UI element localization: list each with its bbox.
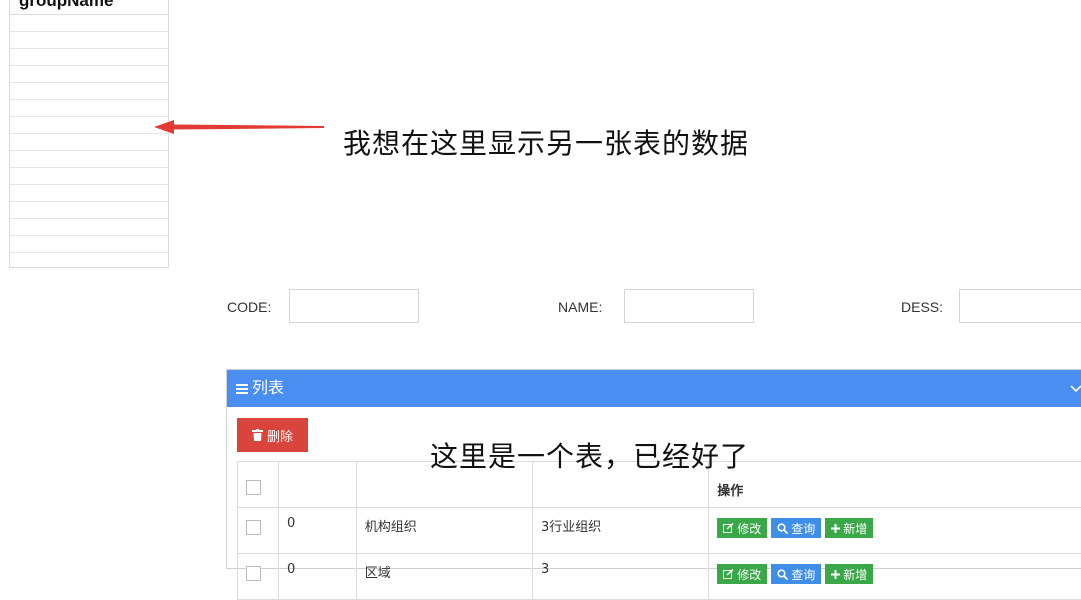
row-checkbox[interactable]	[246, 566, 261, 581]
table-row	[10, 134, 168, 151]
data-table: 操作 0 机构组织 3行业组织 修改 查询	[237, 461, 1081, 600]
name-label: NAME:	[558, 299, 602, 315]
table-row	[10, 100, 168, 117]
edit-icon	[723, 523, 734, 533]
group-table-header: groupName	[10, 0, 168, 15]
search-icon	[777, 569, 788, 580]
select-all-cell	[238, 462, 279, 508]
view-button[interactable]: 查询	[771, 518, 821, 538]
table-row	[10, 49, 168, 66]
edit-button-label: 修改	[737, 566, 761, 583]
table-cell: 区域	[356, 554, 532, 600]
group-table: groupName	[9, 0, 169, 268]
panel-title: 列表	[252, 380, 284, 397]
table-cell: 0	[278, 508, 356, 554]
dess-label: DESS:	[901, 299, 943, 315]
view-button[interactable]: 查询	[771, 564, 821, 584]
delete-button[interactable]: 删除	[237, 418, 308, 452]
table-row	[10, 151, 168, 168]
table-cell: 0	[278, 554, 356, 600]
edit-icon	[723, 569, 734, 579]
row-checkbox[interactable]	[246, 520, 261, 535]
menu-icon	[236, 383, 248, 394]
actions-cell: 修改 查询 新增	[709, 554, 1081, 600]
table-row	[10, 83, 168, 100]
code-label: CODE:	[227, 299, 271, 315]
table-row: 0 机构组织 3行业组织 修改 查询 新增	[238, 508, 1081, 554]
table-row	[10, 253, 168, 268]
annotation-note: 我想在这里显示另一张表的数据	[343, 122, 749, 162]
table-row	[10, 117, 168, 134]
table-row	[10, 66, 168, 83]
add-button[interactable]: 新增	[825, 564, 873, 584]
edit-button[interactable]: 修改	[717, 518, 767, 538]
add-button-label: 新增	[843, 520, 867, 537]
add-button[interactable]: 新增	[825, 518, 873, 538]
trash-icon	[252, 429, 263, 441]
table-cell: 3行业组织	[532, 508, 708, 554]
table-row	[10, 185, 168, 202]
edit-button-label: 修改	[737, 520, 761, 537]
table-row	[10, 32, 168, 49]
row-checkbox-cell	[238, 508, 279, 554]
annotation-note: 这里是一个表，已经好了	[430, 435, 749, 475]
actions-cell: 修改 查询 新增	[709, 508, 1081, 554]
delete-button-label: 删除	[267, 426, 293, 445]
view-button-label: 查询	[791, 566, 815, 583]
table-cell: 机构组织	[356, 508, 532, 554]
select-all-checkbox[interactable]	[246, 480, 261, 495]
panel-header: 列表	[227, 370, 1081, 407]
column-header-actions: 操作	[709, 462, 1081, 508]
dess-input[interactable]	[959, 289, 1081, 323]
table-cell: 3	[532, 554, 708, 600]
search-icon	[777, 523, 788, 534]
plus-icon	[831, 524, 840, 533]
code-input[interactable]	[289, 289, 419, 323]
plus-icon	[831, 570, 840, 579]
table-row	[10, 236, 168, 253]
table-row	[10, 168, 168, 185]
row-checkbox-cell	[238, 554, 279, 600]
view-button-label: 查询	[791, 520, 815, 537]
table-row	[10, 202, 168, 219]
edit-button[interactable]: 修改	[717, 564, 767, 584]
table-row: 0 区域 3 修改 查询 新增	[238, 554, 1081, 600]
name-input[interactable]	[624, 289, 754, 323]
add-button-label: 新增	[843, 566, 867, 583]
table-row	[10, 15, 168, 32]
annotation-arrow-icon	[152, 116, 327, 138]
chevron-down-icon[interactable]	[1070, 370, 1081, 407]
column-header	[278, 462, 356, 508]
table-row	[10, 219, 168, 236]
